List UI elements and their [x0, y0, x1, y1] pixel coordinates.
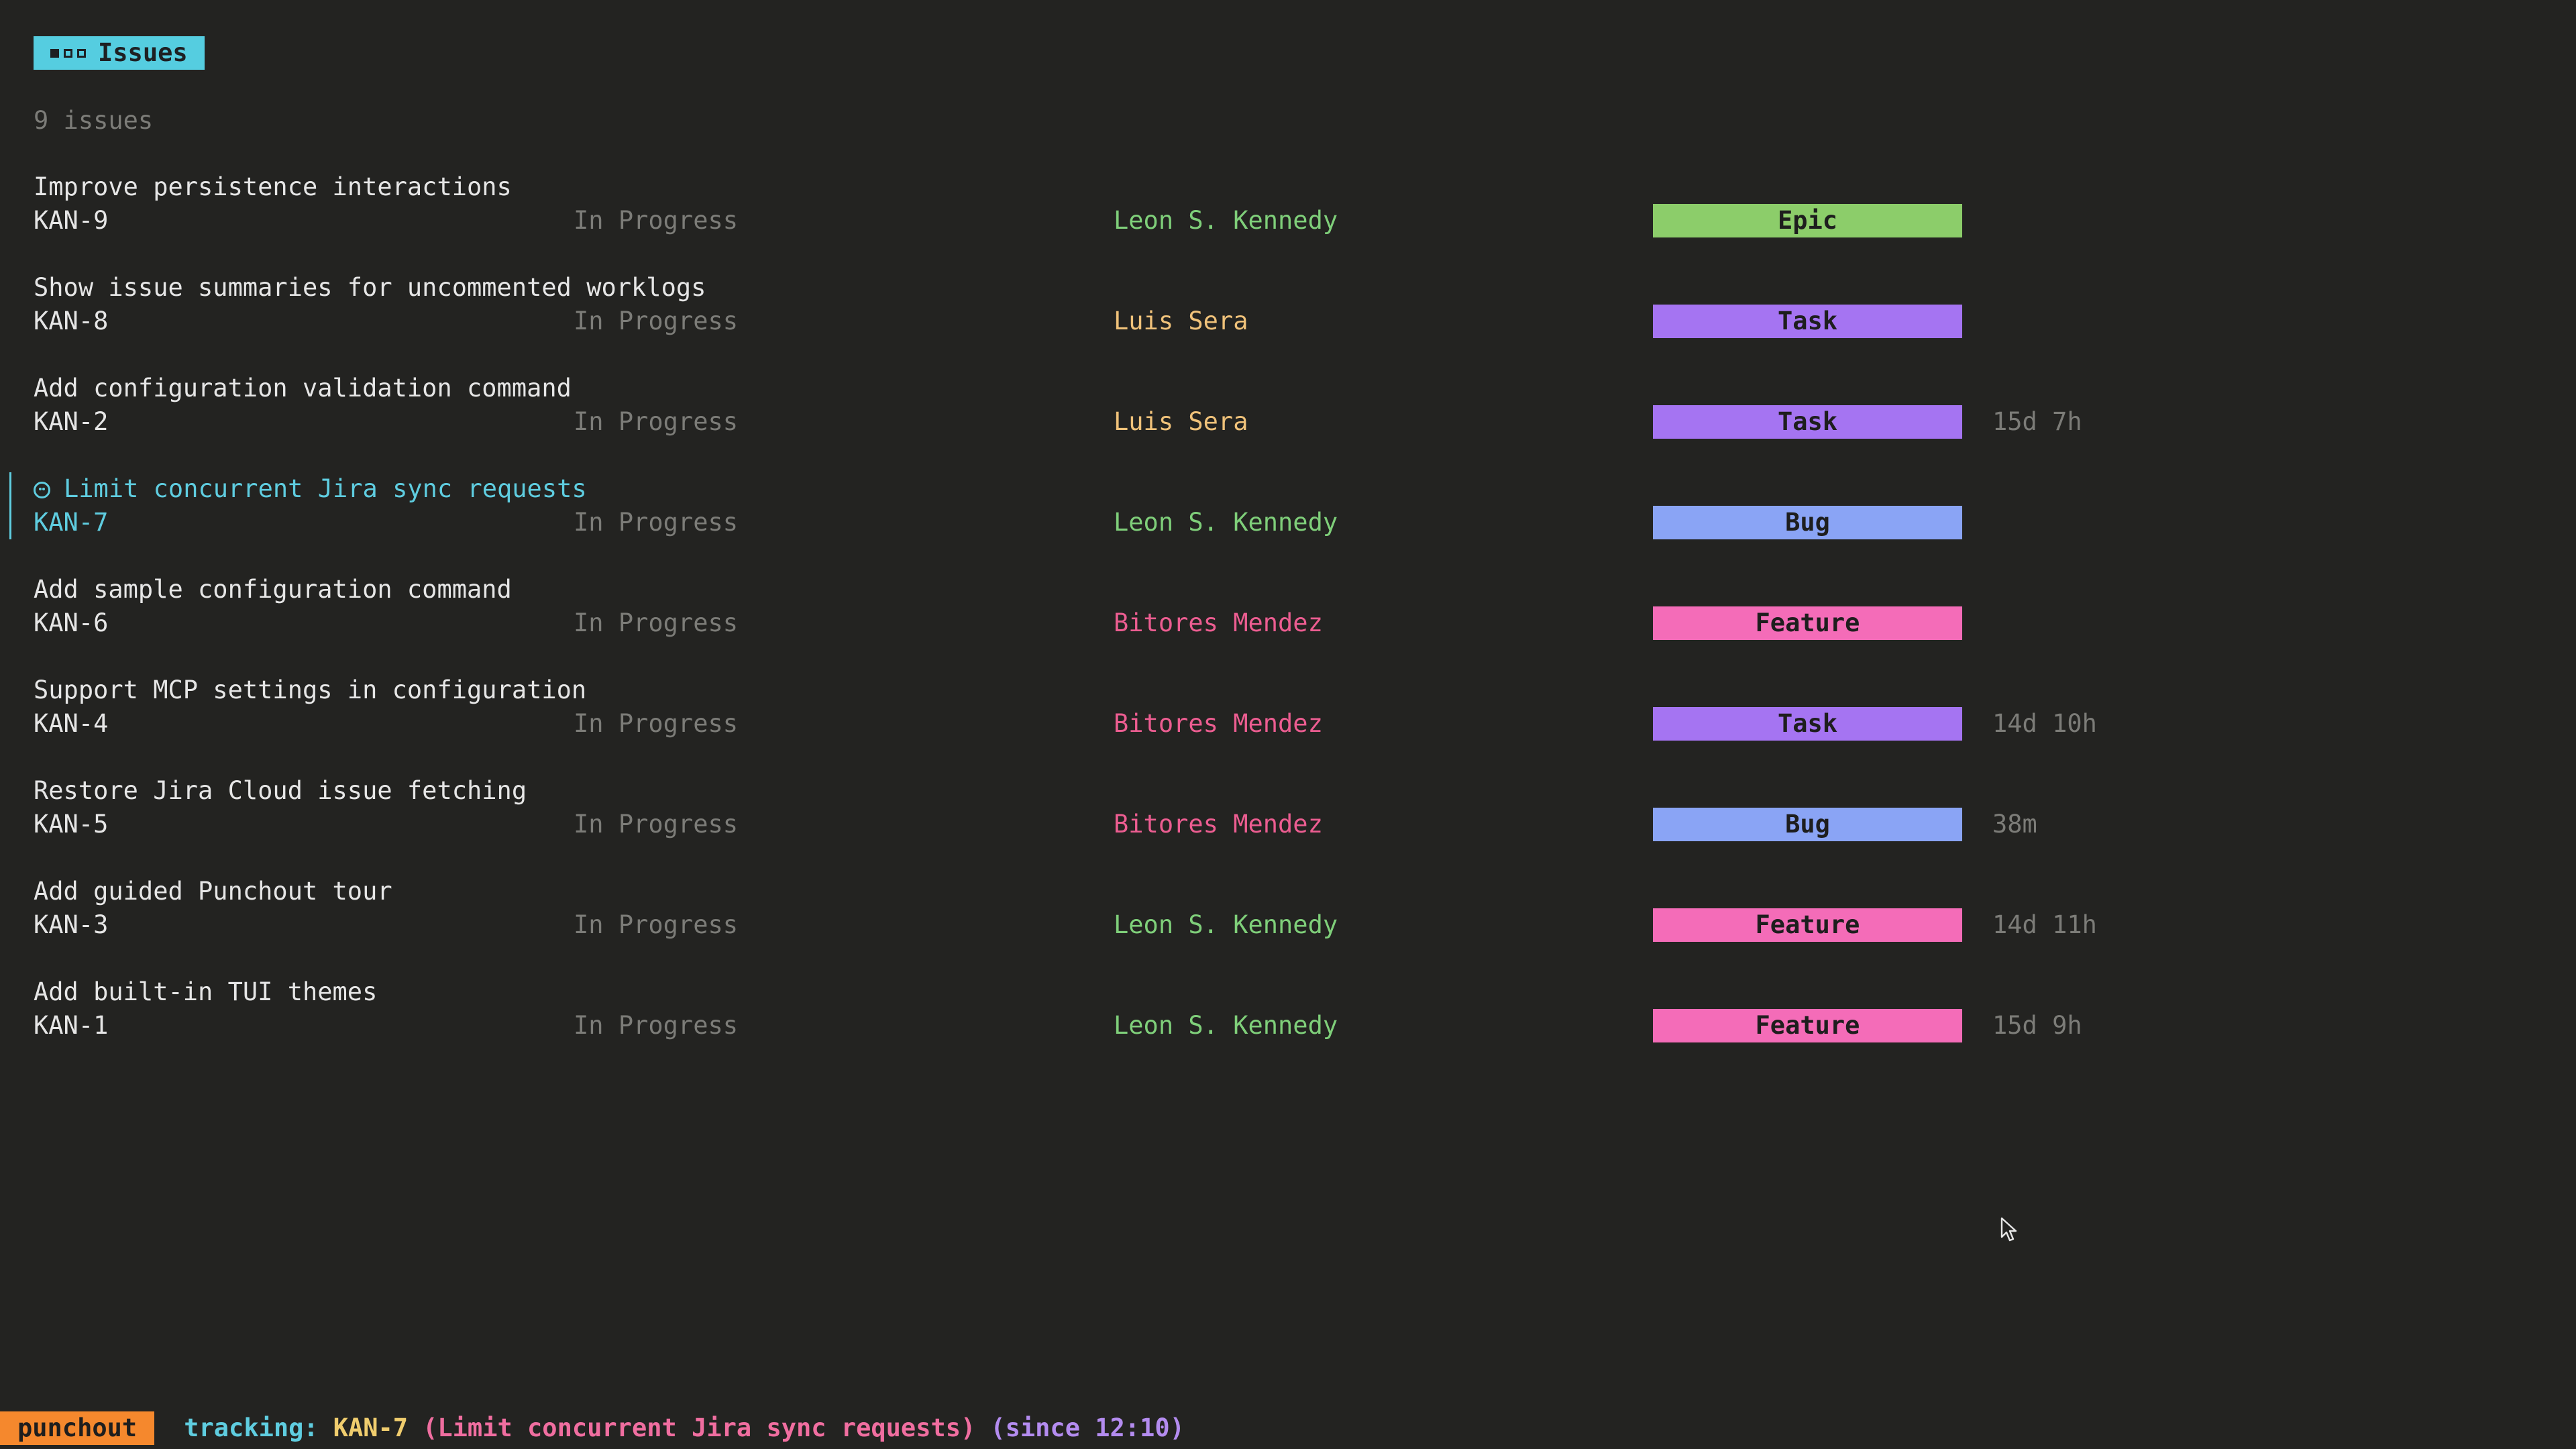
issue-assignee: Luis Sera [1114, 307, 1248, 335]
mouse-pointer-icon [2000, 1217, 2017, 1242]
issue-type-badge: Epic [1653, 204, 1962, 237]
issue-summary-text: Limit concurrent Jira sync requests [64, 474, 587, 503]
issue-summary-text: Add guided Punchout tour [34, 877, 392, 906]
issue-status: In Progress [574, 508, 739, 537]
issue-type-badge: Feature [1653, 606, 1962, 640]
issue-summary-text: Improve persistence interactions [34, 172, 512, 201]
issue-assignee: Leon S. Kennedy [1114, 508, 1338, 537]
issue-summary-text: Restore Jira Cloud issue fetching [34, 776, 527, 805]
app-name-badge: punchout [0, 1411, 155, 1445]
issue-row[interactable]: Add sample configuration command KAN-6 In … [0, 573, 2576, 640]
issue-summary-text: Add built-in TUI themes [34, 977, 378, 1006]
issue-status: In Progress [574, 608, 739, 637]
issue-key: KAN-7 [34, 508, 109, 537]
issue-status: In Progress [574, 1011, 739, 1040]
issue-time-logged: 14d 11h [1992, 910, 2097, 939]
issue-row[interactable]: Support MCP settings in configuration KAN… [0, 674, 2576, 741]
issue-row[interactable]: Limit concurrent Jira sync requests KAN-7… [0, 472, 2576, 539]
issue-row[interactable]: Add guided Punchout tour KAN-3 In Progress… [0, 875, 2576, 942]
issue-summary: Add sample configuration command [34, 573, 512, 606]
pane-indicator-icon [50, 48, 86, 58]
issue-summary: Support MCP settings in configuration [34, 674, 586, 707]
issue-summary: Improve persistence interactions [34, 170, 512, 204]
issue-summary-text: Add sample configuration command [34, 575, 512, 604]
issue-key: KAN-8 [34, 307, 109, 335]
issues-pane-title: Issues [34, 36, 205, 70]
tracking-face-icon [34, 482, 50, 498]
pane-title-text: Issues [98, 38, 188, 67]
issue-summary: Add guided Punchout tour [34, 875, 392, 908]
issue-count: 9 issues [34, 106, 154, 135]
issue-row[interactable]: Restore Jira Cloud issue fetching KAN-5 In… [0, 774, 2576, 841]
tracking-issue-summary: (Limit concurrent Jira sync requests) [423, 1413, 976, 1442]
tracking-label: tracking: [184, 1413, 319, 1442]
issue-row[interactable]: Add configuration validation command KAN-… [0, 372, 2576, 439]
issue-key: KAN-4 [34, 709, 109, 738]
issue-type-badge: Bug [1653, 808, 1962, 841]
issue-key: KAN-2 [34, 407, 109, 436]
issue-summary: Limit concurrent Jira sync requests [34, 472, 587, 506]
issue-status: In Progress [574, 307, 739, 335]
issue-type-badge: Task [1653, 707, 1962, 741]
issue-type-badge: Bug [1653, 506, 1962, 539]
issue-summary: Show issue summaries for uncommented wor… [34, 271, 706, 305]
issue-row[interactable]: Improve persistence interactions KAN-9 In … [0, 170, 2576, 237]
issue-summary-text: Show issue summaries for uncommented wor… [34, 273, 706, 302]
issue-status: In Progress [574, 206, 739, 235]
issue-summary: Add built-in TUI themes [34, 975, 377, 1009]
issue-assignee: Luis Sera [1114, 407, 1248, 436]
issue-key: KAN-1 [34, 1011, 109, 1040]
issue-assignee: Leon S. Kennedy [1114, 910, 1338, 939]
issue-key: KAN-6 [34, 608, 109, 637]
tracking-issue-key: KAN-7 [333, 1413, 409, 1442]
issue-type-badge: Task [1653, 405, 1962, 439]
issue-assignee: Leon S. Kennedy [1114, 206, 1338, 235]
issue-summary: Add configuration validation command [34, 372, 572, 405]
terminal-screen: Issues 9 issues Improve persistence inte… [0, 0, 2576, 1449]
issue-key: KAN-5 [34, 810, 109, 839]
issue-time-logged: 38m [1992, 810, 2037, 839]
issue-assignee: Leon S. Kennedy [1114, 1011, 1338, 1040]
issue-summary-text: Add configuration validation command [34, 374, 572, 402]
issue-summary: Restore Jira Cloud issue fetching [34, 774, 527, 808]
issue-row[interactable]: Add built-in TUI themes KAN-1 In Progress L… [0, 975, 2576, 1042]
issue-time-logged: 14d 10h [1992, 709, 2097, 738]
issue-key: KAN-9 [34, 206, 109, 235]
issue-status: In Progress [574, 910, 739, 939]
issue-assignee: Bitores Mendez [1114, 608, 1323, 637]
issue-key: KAN-3 [34, 910, 109, 939]
issue-status: In Progress [574, 407, 739, 436]
issue-list: Improve persistence interactions KAN-9 In … [0, 170, 2576, 1076]
selection-indicator [9, 472, 11, 539]
issue-type-badge: Feature [1653, 908, 1962, 942]
tracking-since: (since 12:10) [990, 1413, 1185, 1442]
issue-assignee: Bitores Mendez [1114, 709, 1323, 738]
issue-row[interactable]: Show issue summaries for uncommented wor… [0, 271, 2576, 338]
issue-time-logged: 15d 9h [1992, 1011, 2082, 1040]
issue-status: In Progress [574, 810, 739, 839]
issue-type-badge: Feature [1653, 1009, 1962, 1042]
issue-assignee: Bitores Mendez [1114, 810, 1323, 839]
status-bar: punchout tracking: KAN-7 (Limit concurre… [0, 1411, 1185, 1445]
issue-summary-text: Support MCP settings in configuration [34, 676, 587, 704]
issue-type-badge: Task [1653, 305, 1962, 338]
issue-time-logged: 15d 7h [1992, 407, 2082, 436]
issue-status: In Progress [574, 709, 739, 738]
